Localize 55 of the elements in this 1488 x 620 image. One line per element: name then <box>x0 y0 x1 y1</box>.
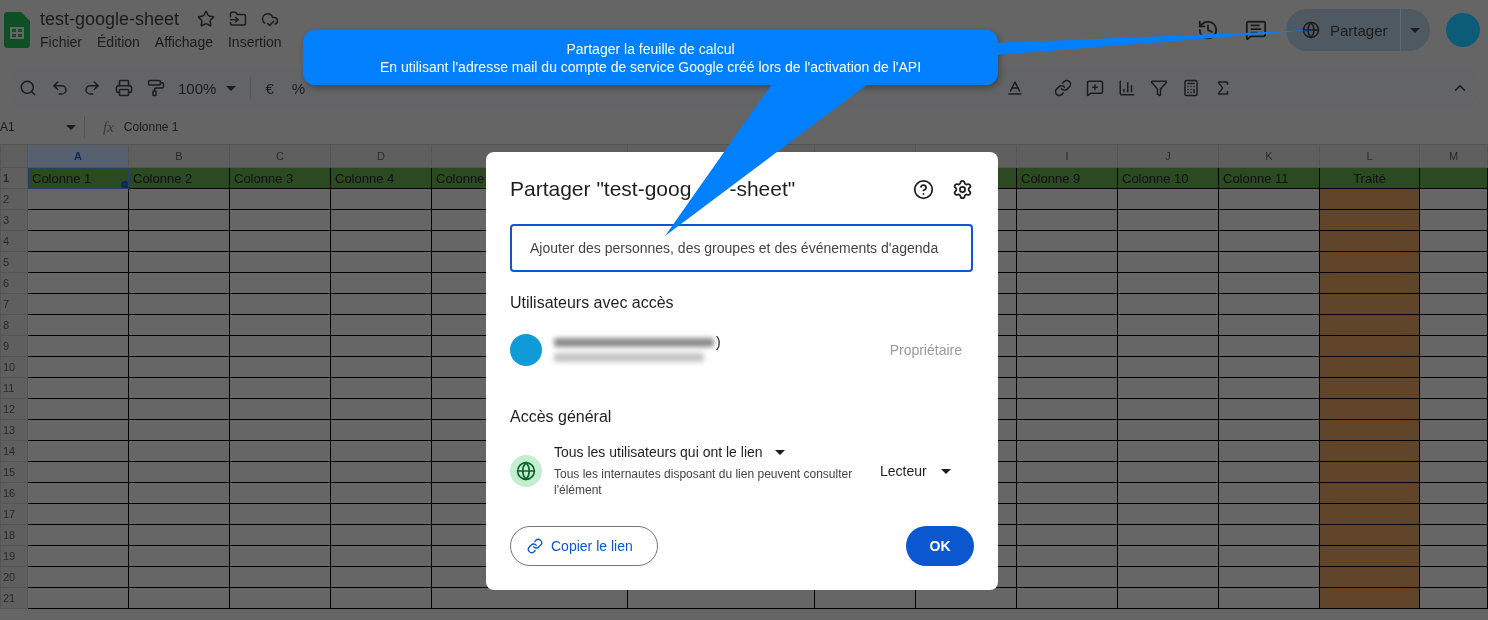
paint-roller-icon[interactable] <box>147 79 165 97</box>
link-icon[interactable] <box>1054 79 1073 97</box>
spreadsheet-logo-icon[interactable] <box>4 12 30 48</box>
owner-role: Propriétaire <box>889 342 962 358</box>
menu-item[interactable]: Fichier <box>40 31 89 52</box>
dialog-title: Partager "test-goog <box>510 177 692 201</box>
menu-item[interactable]: Affichage <box>154 31 220 52</box>
add-people-field[interactable]: Ajouter des personnes, des groupes et des événements d'agenda <box>510 224 973 272</box>
role-dropdown[interactable]: Lecteur <box>880 463 951 479</box>
history-icon[interactable] <box>1197 19 1219 41</box>
share-button[interactable]: Partager <box>1286 9 1430 51</box>
globe-icon <box>510 455 542 487</box>
caret-icon <box>774 449 785 455</box>
user-avatar <box>510 334 542 366</box>
text-color-icon[interactable] <box>1006 79 1025 97</box>
folder-icon[interactable] <box>229 10 248 28</box>
dialog-title: -sheet" <box>729 177 796 201</box>
chart-icon[interactable] <box>1118 79 1137 97</box>
add-comment-icon[interactable] <box>1086 79 1105 97</box>
filter-icon[interactable] <box>1150 79 1169 97</box>
star-icon[interactable] <box>197 10 216 28</box>
comment-icon[interactable] <box>1245 19 1267 41</box>
printer-icon[interactable] <box>115 79 133 97</box>
section-heading: Utilisateurs avec accès <box>510 294 675 312</box>
globe-icon <box>1302 21 1320 39</box>
column-header[interactable]: A <box>27 144 129 168</box>
settings-icon[interactable] <box>951 178 973 200</box>
caret-icon <box>66 124 76 130</box>
link-icon <box>527 538 543 554</box>
zoom-dropdown[interactable]: 100% <box>172 79 243 97</box>
menu-item[interactable]: Édition <box>97 31 147 52</box>
fill-handle[interactable] <box>121 181 128 188</box>
caret-icon <box>940 468 951 474</box>
undo-icon[interactable] <box>51 79 69 97</box>
access-dropdown[interactable]: Tous les utilisateurs qui ont le lien <box>552 444 872 460</box>
help-icon[interactable] <box>912 178 934 200</box>
callout-text: En utilisant l'adresse mail du compte de service Google créé lors de l'activation de l'API <box>379 57 922 76</box>
cloud-check-icon[interactable] <box>261 10 280 28</box>
section-heading: Accès général <box>510 408 613 426</box>
caret-icon <box>226 85 237 91</box>
percent-button[interactable]: % <box>285 79 312 97</box>
calculator-icon[interactable] <box>1182 79 1201 97</box>
caret-icon <box>1410 27 1421 33</box>
document-title[interactable]: test-google-sheet <box>40 8 180 30</box>
cell-reference[interactable]: A1 <box>0 120 66 134</box>
copy-link-button[interactable]: Copier le lien <box>510 526 658 566</box>
redo-icon[interactable] <box>83 79 101 97</box>
user-name: ) <box>716 334 721 350</box>
search-icon[interactable] <box>19 79 37 97</box>
menu-item[interactable]: Insertion <box>227 31 289 52</box>
formula-value[interactable]: Colonne 1 <box>123 120 179 134</box>
access-description: Tous les internautes disposant du lien peuvent consulter l'élément <box>553 466 854 498</box>
currency-button[interactable]: € <box>259 79 280 97</box>
ok-button[interactable]: OK <box>906 526 974 566</box>
callout-text: Partager la feuille de calcul <box>566 39 735 58</box>
